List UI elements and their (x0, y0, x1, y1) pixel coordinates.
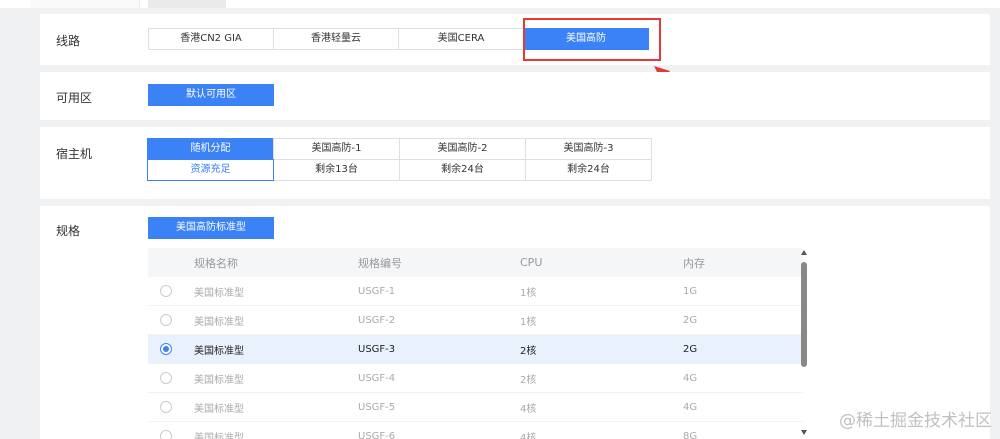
row-code: USGF-3 (358, 343, 396, 355)
table-row-selected[interactable]: 美国标准型 USGF-3 2核 2G (148, 335, 803, 364)
spec-table: 规格名称 规格编号 CPU 内存 美国标准型 USGF-1 1核 1G 美国标准… (148, 248, 803, 439)
row-mem: 2G (683, 343, 698, 355)
row-cpu: 2核 (520, 374, 537, 386)
host-option-random[interactable]: 随机分配 (147, 138, 274, 160)
row-cpu: 1核 (520, 287, 537, 299)
row-name: 美国标准型 (194, 374, 244, 386)
host-status-1[interactable]: 剩余13台 (273, 159, 400, 181)
table-row[interactable]: 美国标准型 USGF-6 4核 8G (148, 422, 803, 439)
row-radio[interactable] (160, 401, 172, 413)
top-tab-ghost-2 (148, 0, 226, 8)
row-cpu: 2核 (520, 345, 537, 357)
col-header-code: 规格编号 (358, 256, 402, 270)
row-radio[interactable] (160, 430, 172, 439)
row-name: 美国标准型 (194, 287, 244, 299)
spec-label: 规格 (56, 224, 81, 238)
col-header-mem: 内存 (683, 256, 705, 270)
table-row[interactable]: 美国标准型 USGF-2 1核 2G (148, 306, 803, 335)
row-cpu: 4核 (520, 432, 537, 439)
col-header-cpu: CPU (520, 256, 543, 269)
row-code: USGF-1 (358, 285, 396, 297)
host-option-1[interactable]: 美国高防-1 (273, 138, 400, 160)
line-option-hk-lite[interactable]: 香港轻量云 (273, 28, 399, 50)
row-code: USGF-6 (358, 430, 396, 439)
row-name: 美国标准型 (194, 432, 244, 439)
host-option-2[interactable]: 美国高防-2 (399, 138, 526, 160)
top-strip (0, 0, 1000, 8)
table-row[interactable]: 美国标准型 USGF-4 2核 4G (148, 364, 803, 393)
table-row[interactable]: 美国标准型 USGF-1 1核 1G (148, 277, 803, 306)
row-radio[interactable] (160, 285, 172, 297)
spec-type-button[interactable]: 美国高防标准型 (148, 217, 274, 239)
row-name: 美国标准型 (194, 316, 244, 328)
col-header-name: 规格名称 (194, 256, 238, 270)
table-row[interactable]: 美国标准型 USGF-5 4核 4G (148, 393, 803, 422)
row-mem: 4G (683, 372, 698, 384)
row-mem: 2G (683, 314, 698, 326)
row-code: USGF-4 (358, 372, 396, 384)
host-status-2[interactable]: 剩余24台 (399, 159, 526, 181)
row-radio[interactable] (160, 314, 172, 326)
row-cpu: 1核 (520, 316, 537, 328)
line-label: 线路 (56, 34, 81, 48)
row-code: USGF-5 (358, 401, 396, 413)
zone-option-default[interactable]: 默认可用区 (148, 84, 274, 106)
row-code: USGF-2 (358, 314, 396, 326)
annotation-highlight-box (523, 18, 661, 61)
host-label: 宿主机 (56, 147, 93, 161)
top-tab-ghost (30, 0, 140, 8)
host-option-3[interactable]: 美国高防-3 (525, 138, 652, 160)
host-status-3[interactable]: 剩余24台 (525, 159, 652, 181)
row-name: 美国标准型 (194, 403, 244, 415)
table-header: 规格名称 规格编号 CPU 内存 (148, 248, 803, 277)
scroll-down-icon[interactable] (801, 430, 807, 435)
scroll-up-icon[interactable] (801, 250, 807, 255)
row-mem: 4G (683, 401, 698, 413)
host-grid: 随机分配 美国高防-1 美国高防-2 美国高防-3 资源充足 剩余13台 剩余2… (147, 138, 652, 181)
zone-label: 可用区 (56, 91, 93, 105)
line-option-hk-cn2[interactable]: 香港CN2 GIA (148, 28, 274, 50)
host-status-random[interactable]: 资源充足 (147, 159, 274, 181)
row-mem: 8G (683, 430, 698, 439)
row-mem: 1G (683, 285, 698, 297)
watermark-text: @稀土掘金技术社区 (839, 411, 992, 431)
row-name: 美国标准型 (194, 345, 244, 357)
row-radio[interactable] (160, 372, 172, 384)
scroll-thumb[interactable] (801, 262, 807, 367)
line-option-us-cera[interactable]: 美国CERA (398, 28, 524, 50)
row-cpu: 4核 (520, 403, 537, 415)
table-scrollbar[interactable] (800, 250, 808, 435)
row-radio-selected[interactable] (160, 343, 172, 355)
